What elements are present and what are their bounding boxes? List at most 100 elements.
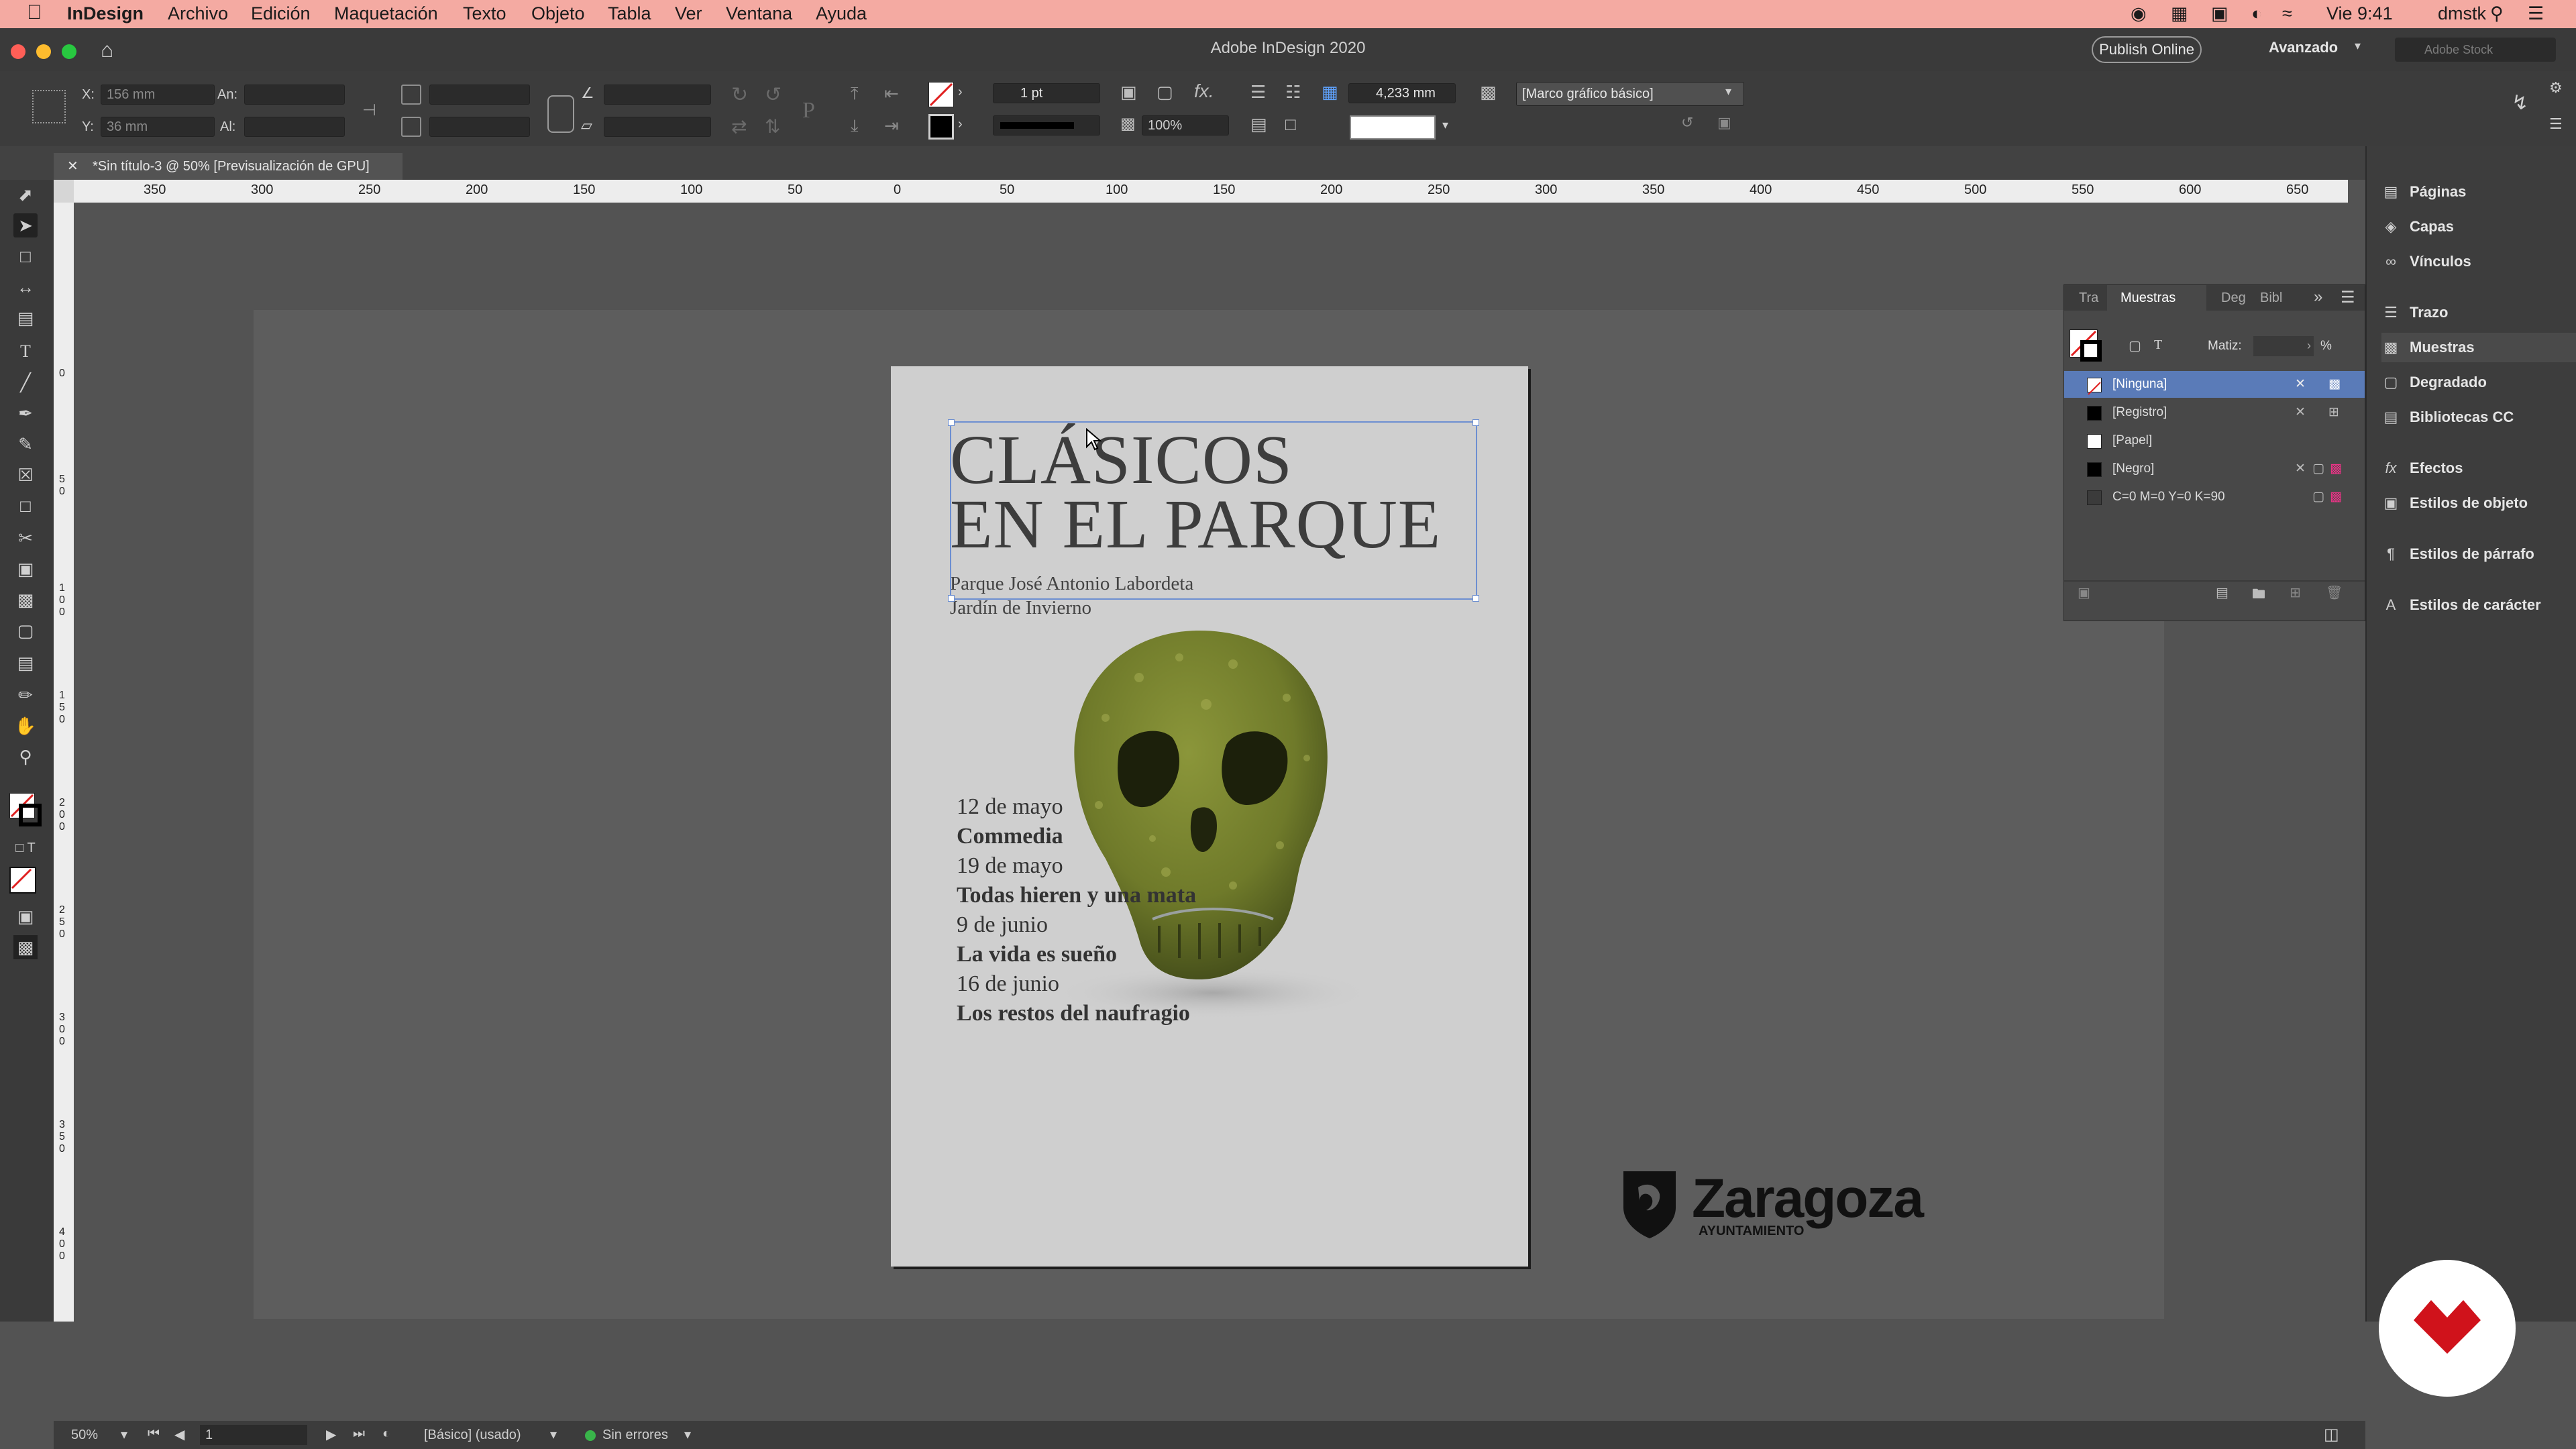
new-swatch-icon[interactable]: ⊞ (2290, 584, 2301, 601)
master-style[interactable]: [Básico] (usado) (424, 1428, 521, 1443)
swatch-row-ninguna[interactable]: [Ninguna] ✕ ▩ (2064, 371, 2365, 398)
stroke-menu-icon[interactable]: › (958, 117, 963, 132)
panel-menu-icon[interactable]: ☰ (2549, 115, 2563, 133)
swatch-row-k90[interactable]: C=0 M=0 Y=0 K=90 ▢ ▩ (2064, 484, 2365, 511)
dock-item-efectos[interactable]: fx Efectos (2381, 453, 2569, 483)
horizontal-ruler[interactable]: 350 300 250 200 150 100 50 0 50 100 150 … (54, 180, 2348, 203)
corner-shape-chevron-icon[interactable]: ▾ (1442, 118, 1448, 132)
selection-tool-icon[interactable]: ⬈ (13, 182, 38, 207)
preflight-status[interactable]: Sin errores (602, 1428, 668, 1443)
toolbar-stroke-swatch[interactable] (19, 804, 42, 826)
document-tab[interactable]: ✕ *Sin título-3 @ 50% [Previsualización … (54, 153, 402, 180)
object-style-chevron-icon[interactable]: ▾ (1725, 85, 1731, 99)
page-number-field[interactable]: 1 (200, 1425, 307, 1445)
frame-handle[interactable] (1472, 419, 1479, 426)
dock-item-degradado[interactable]: ▢ Degradado (2381, 368, 2569, 397)
screen-mode-icon[interactable]: ▣ (13, 904, 38, 928)
corner-options-icon[interactable]: ▦ (1322, 82, 1338, 103)
dock-item-muestras[interactable]: ▩ Muestras (2381, 333, 2576, 362)
style-chevron-icon[interactable]: ▾ (550, 1426, 557, 1443)
dock-item-capas[interactable]: ◈ Capas (2381, 212, 2569, 241)
scale-y-field[interactable] (429, 117, 530, 137)
frame-handle[interactable] (948, 595, 955, 602)
stroke-swatch[interactable] (928, 114, 954, 140)
split-layout-icon[interactable]: ◫ (2324, 1425, 2339, 1444)
tab-muestras[interactable]: Muestras (2107, 285, 2206, 311)
airplay-icon[interactable]: ◐ (2251, 3, 2262, 24)
menu-ayuda[interactable]: Ayuda (816, 3, 867, 24)
line-tool-icon[interactable]: ╱ (13, 370, 38, 394)
opacity-icon[interactable]: ▩ (1120, 114, 1136, 133)
rotate-cw-icon[interactable]: ↻ (731, 83, 748, 107)
dock-item-estilos-parrafo[interactable]: ¶ Estilos de párrafo (2381, 539, 2569, 569)
direct-selection-tool-icon[interactable]: ➤ (13, 213, 38, 237)
display-icon[interactable]: ▣ (2211, 3, 2229, 24)
tab-degradado[interactable]: Deg (2221, 290, 2246, 306)
swatch-row-papel[interactable]: [Papel] (2064, 427, 2365, 454)
preview-mode-icon[interactable]: ▩ (13, 935, 38, 959)
schedule-play-1[interactable]: Commedia (957, 824, 1063, 849)
workspace-switcher[interactable]: Avanzado (2269, 39, 2338, 56)
tint-field[interactable] (2253, 336, 2314, 356)
scale-x-icon[interactable] (401, 85, 421, 105)
zoom-window-button[interactable] (62, 44, 76, 59)
content-collector-icon[interactable]: ▤ (13, 306, 38, 330)
close-tab-icon[interactable]: ✕ (67, 153, 78, 180)
menu-maquetacion[interactable]: Maquetación (334, 3, 438, 24)
zoom-tool-icon[interactable]: ⚲ (13, 745, 38, 769)
free-transform-tool-icon[interactable]: ▣ (13, 557, 38, 581)
align-bottom-icon[interactable]: □ (1285, 114, 1296, 135)
minimize-window-button[interactable] (36, 44, 51, 59)
menubar-user[interactable]: dmstk (2438, 3, 2486, 24)
menubar-clock[interactable]: Vie 9:41 (2326, 3, 2393, 24)
select-previous-icon[interactable]: ⇤ (884, 83, 899, 104)
menu-ver[interactable]: Ver (675, 3, 702, 24)
gradient-feather-tool-icon[interactable]: ▢ (13, 619, 38, 643)
dock-item-paginas[interactable]: ▤ Páginas (2381, 177, 2569, 207)
hand-tool-icon[interactable]: ✋ (13, 714, 38, 738)
frame-fitting-icon[interactable]: ▢ (1157, 82, 1173, 103)
vertical-ruler[interactable]: 0 5 0 1 0 0 1 5 0 2 0 0 2 5 0 3 0 0 3 5 … (54, 203, 74, 1322)
zoom-chevron-icon[interactable]: ▾ (121, 1426, 127, 1443)
select-next-icon[interactable]: ⇥ (884, 115, 899, 136)
y-field[interactable]: 36 mm (101, 117, 215, 137)
pencil-tool-icon[interactable]: ✎ (13, 432, 38, 456)
menu-ventana[interactable]: Ventana (726, 3, 792, 24)
show-swatch-kinds-icon[interactable]: ▣ (2078, 584, 2090, 601)
align-center-icon[interactable]: ☷ (1285, 82, 1301, 103)
select-content-icon[interactable]: ⤓ (851, 115, 859, 137)
constrain-scale-icon[interactable] (547, 95, 574, 133)
lightning-icon[interactable]: ↯ (2512, 91, 2528, 115)
schedule-date-2[interactable]: 19 de mayo (957, 853, 1063, 879)
align-top-icon[interactable]: ▤ (1250, 114, 1267, 135)
scale-x-field[interactable] (429, 85, 530, 105)
corner-size-field[interactable]: 4,233 mm (1348, 83, 1456, 103)
tab-bibliotecas[interactable]: Bibl (2260, 290, 2282, 306)
rectangle-tool-icon[interactable]: □ (13, 494, 38, 518)
ruler-origin[interactable] (54, 180, 74, 203)
bluetooth-icon[interactable]: ▦ (2171, 3, 2188, 24)
menu-app-name[interactable]: InDesign (67, 3, 144, 24)
zaragoza-logo[interactable]: Zaragoza AYUNTAMIENTO (1619, 1167, 1941, 1241)
height-field[interactable] (244, 117, 345, 137)
next-page-icon[interactable]: ▶ (326, 1426, 336, 1443)
expand-panel-icon[interactable]: » (2314, 288, 2322, 307)
control-center-icon[interactable]: ☰ (2528, 3, 2544, 24)
corner-shape-select[interactable] (1350, 115, 1436, 140)
open-page-icon[interactable]: ◐ (382, 1426, 390, 1442)
shear-angle-field[interactable] (604, 117, 711, 137)
schedule-date-4[interactable]: 16 de junio (957, 971, 1059, 997)
pen-tool-icon[interactable]: ✒ (13, 401, 38, 425)
frame-handle[interactable] (948, 419, 955, 426)
width-field[interactable] (244, 85, 345, 105)
zoom-level[interactable]: 50% (71, 1428, 98, 1443)
delete-swatch-icon[interactable]: 🗑 (2326, 584, 2343, 601)
creative-cloud-icon[interactable]: ◉ (2131, 3, 2147, 24)
rectangle-frame-tool-icon[interactable]: ☒ (13, 463, 38, 487)
dock-item-bibliotecas[interactable]: ▤ Bibliotecas CC (2381, 402, 2569, 432)
shear-angle-icon[interactable]: ▱ (581, 117, 592, 134)
apple-icon[interactable]:  (27, 1, 42, 24)
page-tool-icon[interactable]: □ (13, 244, 38, 268)
swatch-stroke-indicator[interactable] (2080, 340, 2102, 362)
scale-y-icon[interactable] (401, 117, 421, 137)
